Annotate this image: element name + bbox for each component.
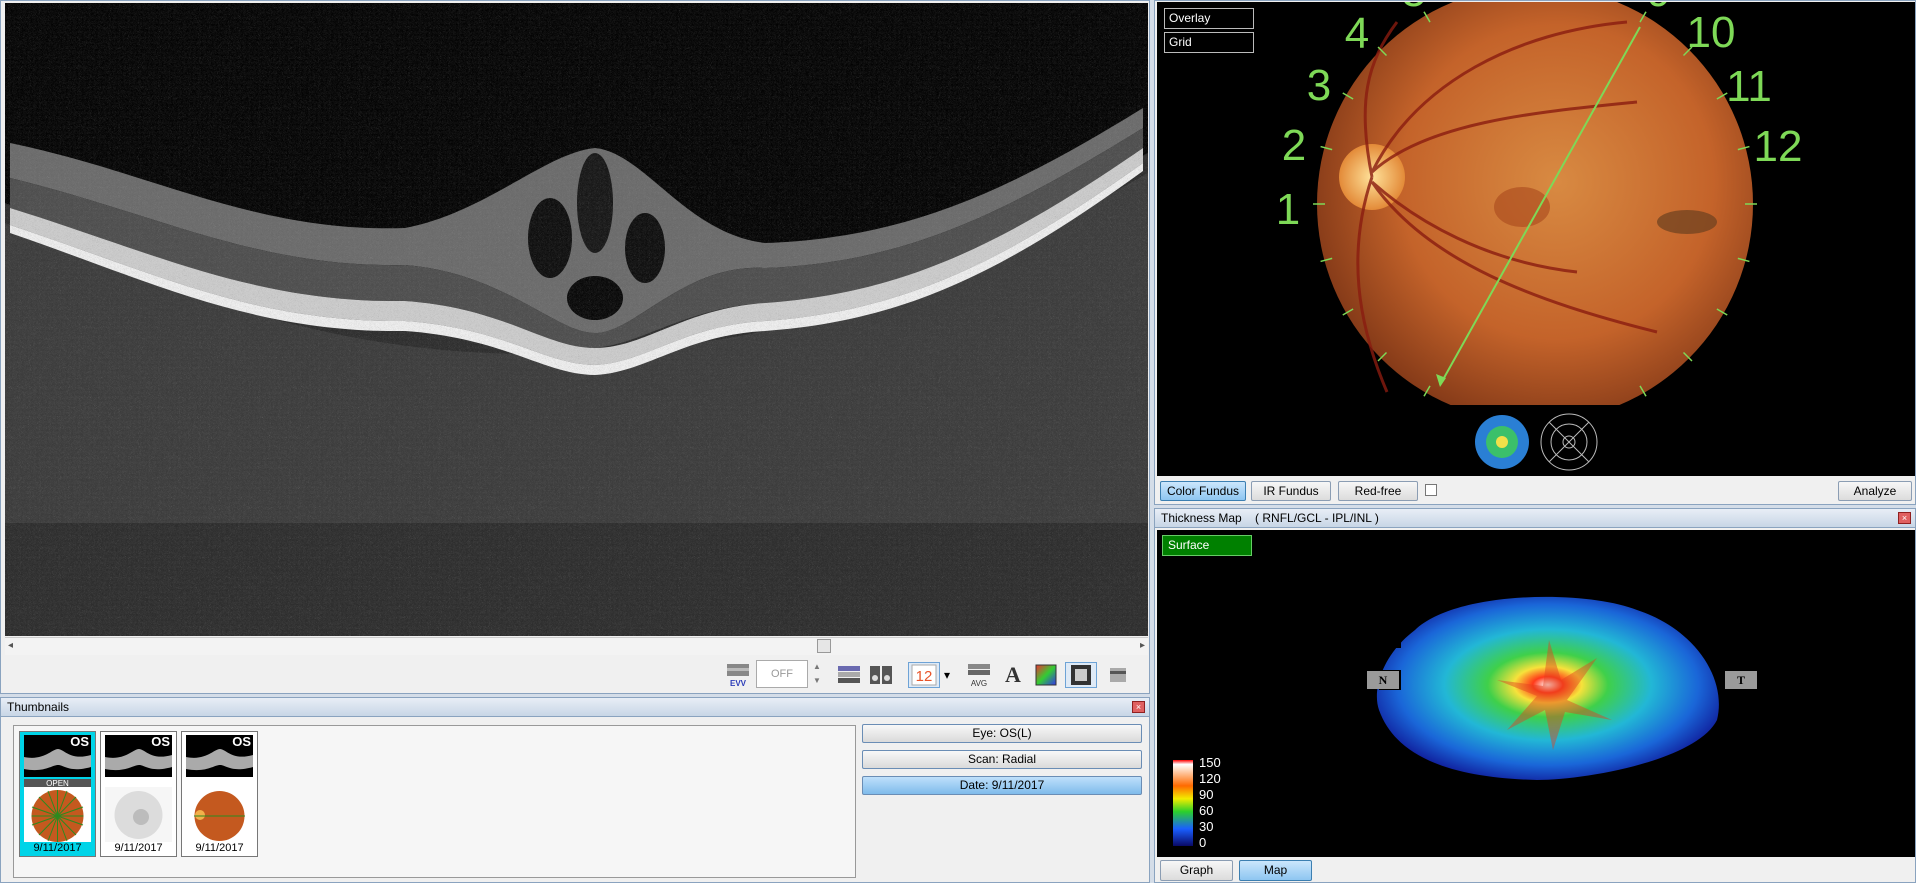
clock-label-10: 10 xyxy=(1687,8,1736,57)
thumbnail-eye-label: OS xyxy=(151,734,170,749)
close-icon[interactable]: × xyxy=(1132,701,1145,713)
graph-button[interactable]: Graph xyxy=(1160,860,1233,881)
oct-bscan-image[interactable] xyxy=(5,3,1148,636)
scale-label-150: 150 xyxy=(1199,755,1221,770)
color-fundus-button[interactable]: Color Fundus xyxy=(1160,481,1246,501)
thickness-map-header: Thickness Map ( RNFL/GCL - IPL/INL ) × xyxy=(1155,509,1915,528)
thumbnail-date: 9/11/2017 xyxy=(114,842,163,854)
text-icon[interactable]: A xyxy=(1000,662,1026,688)
color-scale-bar xyxy=(1173,760,1193,846)
grid-dropdown-chevron-down-icon[interactable]: ▾ xyxy=(940,662,954,688)
eye-filter-button[interactable]: Eye: OS(L) xyxy=(862,724,1142,743)
date-filter-button[interactable]: Date: 9/11/2017 xyxy=(862,776,1142,795)
ir-fundus-button[interactable]: IR Fundus xyxy=(1251,481,1331,501)
thickness-heatmap xyxy=(1375,596,1719,780)
nasal-label: N xyxy=(1367,671,1399,689)
clock-tick xyxy=(1589,407,1592,419)
temporal-label: T xyxy=(1725,671,1757,689)
evv-label: EVV xyxy=(730,679,747,688)
colormap-icon[interactable] xyxy=(1033,662,1059,688)
clock-label-1: 1 xyxy=(1276,185,1300,234)
thickness-map-subtitle: ( RNFL/GCL - IPL/INL ) xyxy=(1255,511,1379,525)
scan-filter-button[interactable]: Scan: Radial xyxy=(862,750,1142,769)
scroll-thumb[interactable] xyxy=(817,639,831,653)
thumbnail-item[interactable]: OS OPEN 9/11/2017 xyxy=(19,731,96,857)
surface-label[interactable]: Surface xyxy=(1162,535,1252,556)
clock-label-5: 5 xyxy=(1402,2,1426,16)
grid-button[interactable]: Grid xyxy=(1164,32,1254,53)
map-button[interactable]: Map xyxy=(1239,860,1312,881)
thumbnail-item[interactable]: OS 9/11/2017 xyxy=(181,731,258,857)
scale-label-120: 120 xyxy=(1199,771,1221,786)
thumbnails-header: Thumbnails × xyxy=(1,698,1149,717)
evv-icon[interactable]: EVV xyxy=(725,662,751,688)
frame-icon[interactable] xyxy=(1065,662,1097,688)
clock-label-11: 11 xyxy=(1726,62,1772,111)
grid-12-icon[interactable]: 12 xyxy=(908,662,940,688)
thumbnails-title: Thumbnails xyxy=(7,700,70,714)
thumbnail-date: 9/11/2017 xyxy=(195,842,244,854)
thumbnail-eye-label: OS xyxy=(70,734,89,749)
analyze-button[interactable]: Analyze xyxy=(1838,481,1912,501)
scale-label-0: 0 xyxy=(1199,835,1207,850)
etdrs-grid-icon[interactable] xyxy=(1540,413,1598,471)
avg-icon[interactable]: AVG xyxy=(966,662,992,688)
layers-icon[interactable] xyxy=(836,662,862,688)
spin-up-icon[interactable]: ▲ xyxy=(810,660,824,674)
evv-value-field[interactable]: OFF xyxy=(756,660,808,688)
close-icon[interactable]: × xyxy=(1898,512,1911,524)
overlay-button[interactable]: Overlay xyxy=(1164,8,1254,29)
overlay-checkbox[interactable] xyxy=(1425,484,1437,496)
thumbnail-fundus-image xyxy=(105,787,172,842)
clock-label-2: 2 xyxy=(1282,121,1306,170)
red-free-button[interactable]: Red-free xyxy=(1338,481,1418,501)
thumbnail-fundus-image xyxy=(186,787,253,842)
oct-horizontal-scrollbar[interactable]: ◂ ▸ xyxy=(5,637,1148,655)
thumbnail-list: OS OPEN 9/11/2017 OS 9/11/2017 OS 9/11/2… xyxy=(13,725,856,878)
clock-label-4: 4 xyxy=(1345,9,1369,58)
oct-toolbar: EVV OFF ▲ ▼ 12 ▾ AVG A xyxy=(720,656,1150,692)
clock-tick xyxy=(1478,407,1481,419)
thickness-map-mini-icon[interactable] xyxy=(1475,415,1529,469)
thickness-map-title: Thickness Map xyxy=(1161,511,1242,525)
spin-down-icon[interactable]: ▼ xyxy=(810,674,824,688)
scroll-right-arrow-icon[interactable]: ▸ xyxy=(1140,640,1145,651)
thickness-map-viewer[interactable]: Surface N T 150 120 90 60 30 0 xyxy=(1157,530,1915,857)
evv-spinner[interactable]: ▲ ▼ xyxy=(810,660,824,688)
avg-label: AVG xyxy=(971,679,987,688)
clock-label-12: 12 xyxy=(1754,122,1803,171)
scroll-left-arrow-icon[interactable]: ◂ xyxy=(8,640,13,651)
thumbnail-fundus-image xyxy=(24,787,91,842)
scale-label-60: 60 xyxy=(1199,803,1214,818)
thumbnail-date: 9/11/2017 xyxy=(33,842,82,854)
scale-label-30: 30 xyxy=(1199,819,1214,834)
compare-icon[interactable] xyxy=(868,662,894,688)
thumbnail-eye-label: OS xyxy=(232,734,251,749)
fundus-viewer[interactable]: 1 2 3 4 5 9 10 11 12 Overlay Grid xyxy=(1157,2,1915,476)
scale-label-90: 90 xyxy=(1199,787,1214,802)
clock-label-9: 9 xyxy=(1647,2,1671,16)
gray-icon[interactable] xyxy=(1105,662,1131,688)
clock-label-3: 3 xyxy=(1307,61,1331,110)
thumbnail-item[interactable]: OS 9/11/2017 xyxy=(100,731,177,857)
grid-12-label: 12 xyxy=(916,668,933,685)
